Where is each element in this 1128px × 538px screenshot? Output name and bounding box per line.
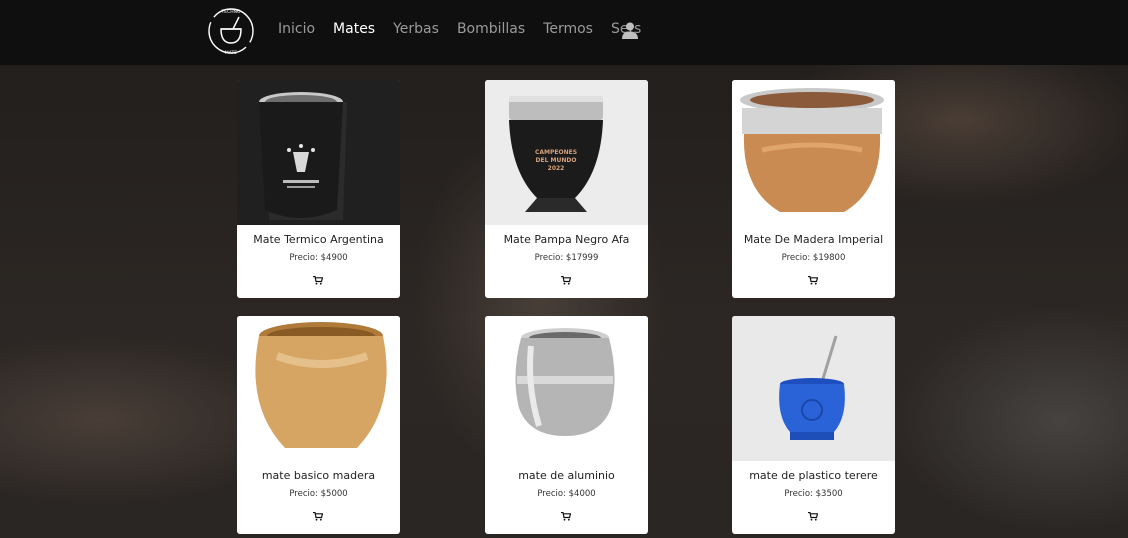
product-price: Precio: $3500 [784,489,843,499]
product-price: Precio: $17999 [534,253,599,263]
product-card[interactable]: CAMPEONES DEL MUNDO 2022 Mate Pampa Negro … [485,80,648,298]
product-name: mate de plastico terere [749,469,878,482]
product-name: Mate Pampa Negro Afa [503,233,630,246]
cart-icon[interactable] [808,276,818,285]
product-name: mate de aluminio [518,469,615,482]
product-name: Mate De Madera Imperial [743,233,884,246]
nav-item-yerbas[interactable]: Yerbas [393,21,439,37]
nav-item-bombillas[interactable]: Bombillas [457,21,525,37]
nav-item-termos[interactable]: Termos [543,21,593,37]
product-price: Precio: $4900 [289,253,348,263]
product-card[interactable]: Mate De Madera Imperial Precio: $19800 [732,80,895,298]
product-image[interactable] [237,316,400,461]
logo[interactable]: TECHNO MATE [205,5,257,57]
nav-item-mates[interactable]: Mates [333,21,375,37]
product-card[interactable]: Mate Termico Argentina Precio: $4900 [237,80,400,298]
product-image[interactable] [732,80,895,225]
product-card[interactable]: mate de plastico terere Precio: $3500 [732,316,895,534]
product-price: Precio: $5000 [289,489,348,499]
product-name: mate basico madera [261,469,376,482]
product-image[interactable] [237,80,400,225]
navbar: TECHNO MATE Inicio Mates Yerbas Bombilla… [0,0,1128,65]
product-card[interactable]: mate basico madera Precio: $5000 [237,316,400,534]
cart-icon[interactable] [561,276,571,285]
product-card[interactable]: mate de aluminio Precio: $4000 [485,316,648,534]
nav-item-inicio[interactable]: Inicio [278,21,315,37]
user-icon[interactable] [622,22,638,39]
product-image[interactable] [732,316,895,461]
nav-links: Inicio Mates Yerbas Bombillas Termos Set… [278,21,659,37]
product-image[interactable]: CAMPEONES DEL MUNDO 2022 [485,80,648,225]
product-price: Precio: $4000 [537,489,596,499]
product-image[interactable] [485,316,648,461]
cart-icon[interactable] [561,512,571,521]
product-price: Precio: $19800 [781,253,846,263]
cart-icon[interactable] [313,512,323,521]
logo-text-bottom: MATE [225,50,237,56]
logo-text-top: TECHNO [220,9,240,15]
product-name: Mate Termico Argentina [253,233,384,246]
cart-icon[interactable] [313,276,323,285]
cart-icon[interactable] [808,512,818,521]
